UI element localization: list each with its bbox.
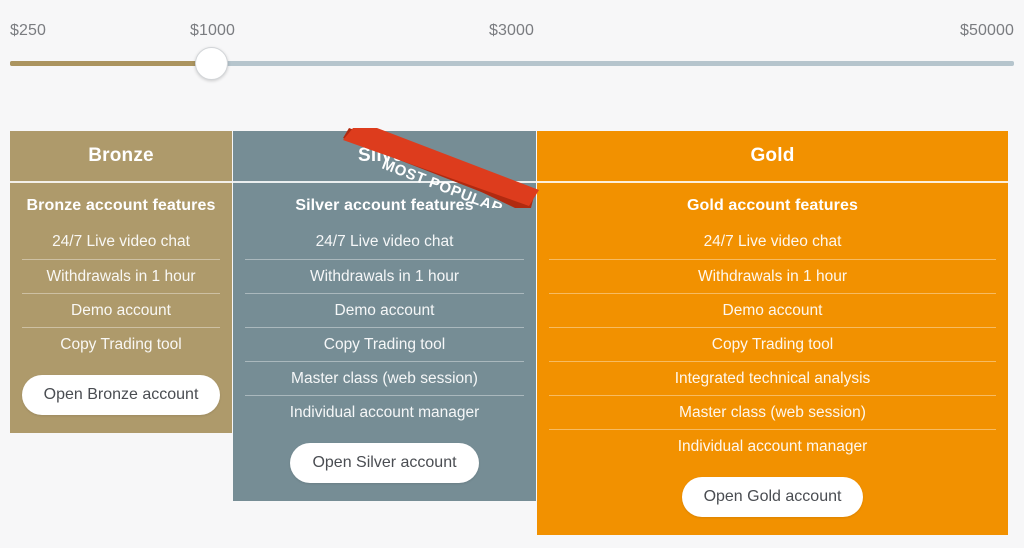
slider-tick-label-50000: $50000	[960, 22, 1014, 39]
feature-item: Copy Trading tool	[549, 327, 996, 361]
plan-features-title-silver: Silver account features	[295, 197, 474, 214]
plan-card-silver[interactable]: MOST POPULAR Silver Silver account featu…	[233, 128, 539, 501]
plan-body-bronze: Bronze account features 24/7 Live video …	[10, 183, 232, 433]
slider-tick-label-250: $250	[10, 22, 46, 39]
plan-features-title-bronze: Bronze account features	[26, 197, 216, 214]
feature-item: Withdrawals in 1 hour	[549, 259, 996, 293]
feature-item: Withdrawals in 1 hour	[245, 259, 524, 293]
feature-item: Demo account	[245, 293, 524, 327]
plan-feature-list-silver: 24/7 Live video chat Withdrawals in 1 hou…	[245, 225, 524, 429]
feature-item: Copy Trading tool	[245, 327, 524, 361]
feature-item: Demo account	[549, 293, 996, 327]
feature-item: 24/7 Live video chat	[52, 233, 190, 250]
feature-item: Individual account manager	[549, 429, 996, 463]
feature-item: Individual account manager	[245, 395, 524, 429]
slider-track-wrapper[interactable]	[10, 47, 1014, 80]
plan-header-silver: Silver	[233, 131, 536, 183]
feature-item: Integrated technical analysis	[549, 361, 996, 395]
feature-item: Withdrawals in 1 hour	[22, 259, 220, 293]
plan-body-silver: Silver account features 24/7 Live video …	[233, 183, 536, 501]
plan-title-silver: Silver	[358, 145, 411, 166]
feature-item: Demo account	[22, 293, 220, 327]
feature-item: 24/7 Live video chat	[315, 233, 454, 250]
slider-tick-labels: $250 $1000 $3000 $50000	[10, 20, 1014, 44]
feature-item: Copy Trading tool	[22, 327, 220, 361]
feature-item: 24/7 Live video chat	[703, 233, 842, 250]
slider-tick-label-3000: $3000	[489, 22, 534, 39]
plan-title-bronze: Bronze	[88, 145, 154, 166]
plan-card-gold[interactable]: Gold Gold account features 24/7 Live vid…	[537, 131, 1008, 535]
open-bronze-account-button[interactable]: Open Bronze account	[21, 375, 221, 415]
plan-header-gold: Gold	[537, 131, 1008, 183]
feature-item: Master class (web session)	[549, 395, 996, 429]
plan-body-gold: Gold account features 24/7 Live video ch…	[537, 183, 1008, 535]
plan-feature-list-bronze: 24/7 Live video chat Withdrawals in 1 hou…	[22, 225, 220, 361]
plan-header-bronze: Bronze	[10, 131, 232, 183]
deposit-amount-slider[interactable]: $250 $1000 $3000 $50000	[0, 0, 1024, 100]
feature-item: Master class (web session)	[245, 361, 524, 395]
open-gold-account-button[interactable]: Open Gold account	[681, 477, 864, 517]
plan-card-bronze[interactable]: Bronze Bronze account features 24/7 Live…	[10, 131, 232, 433]
slider-thumb-handle[interactable]	[194, 47, 228, 80]
plan-feature-list-gold: 24/7 Live video chat Withdrawals in 1 hou…	[549, 225, 996, 463]
slider-filled-range	[10, 61, 211, 66]
plan-features-title-gold: Gold account features	[686, 197, 859, 214]
slider-tick-label-1000: $1000	[190, 22, 235, 39]
open-silver-account-button[interactable]: Open Silver account	[290, 443, 479, 483]
plan-title-gold: Gold	[750, 145, 795, 166]
